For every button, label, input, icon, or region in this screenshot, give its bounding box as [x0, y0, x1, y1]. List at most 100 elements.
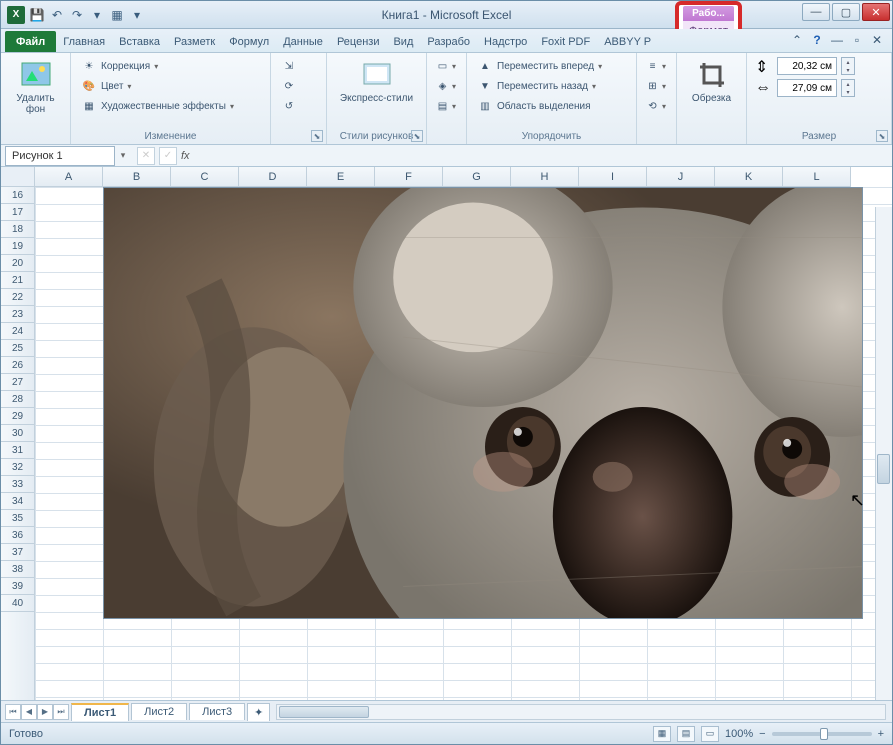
artistic-effects-button[interactable]: ▦Художественные эффекты▾	[79, 97, 262, 115]
row-header-23[interactable]: 23	[1, 306, 34, 323]
col-header-D[interactable]: D	[239, 167, 307, 186]
row-header-16[interactable]: 16	[1, 187, 34, 204]
width-input[interactable]: 27,09 см	[777, 79, 837, 97]
undo-icon[interactable]: ↶	[49, 7, 65, 23]
rotate-button[interactable]: ⟲▾	[645, 97, 668, 115]
row-header-27[interactable]: 27	[1, 374, 34, 391]
selection-pane-button[interactable]: ▥Область выделения	[475, 97, 628, 115]
name-box[interactable]: Рисунок 1	[5, 146, 115, 166]
col-header-B[interactable]: B	[103, 167, 171, 186]
help-icon[interactable]: ?	[810, 33, 824, 47]
tab-nav-prev[interactable]: ◀	[21, 704, 37, 720]
doc-restore-icon[interactable]: ▫	[850, 33, 864, 47]
corrections-button[interactable]: ☀Коррекция▾	[79, 57, 262, 75]
qat-extra2-icon[interactable]: ▾	[129, 7, 145, 23]
save-icon[interactable]: 💾	[29, 7, 45, 23]
row-header-29[interactable]: 29	[1, 408, 34, 425]
col-header-L[interactable]: L	[783, 167, 851, 186]
styles-launcher[interactable]: ⬊	[411, 130, 423, 142]
col-header-E[interactable]: E	[307, 167, 375, 186]
row-header-30[interactable]: 30	[1, 425, 34, 442]
tab-nav-next[interactable]: ▶	[37, 704, 53, 720]
inserted-picture[interactable]	[103, 187, 863, 619]
vscroll-thumb[interactable]	[877, 454, 890, 484]
sheet-tab-2[interactable]: Лист2	[131, 703, 187, 720]
tab-abbyy[interactable]: ABBYY P	[597, 31, 658, 52]
minimize-button[interactable]: —	[802, 3, 830, 21]
express-styles-button[interactable]: Экспресс-стили	[335, 57, 418, 106]
tab-data[interactable]: Данные	[276, 31, 330, 52]
col-header-K[interactable]: K	[715, 167, 783, 186]
size-launcher[interactable]: ⬊	[876, 130, 888, 142]
col-header-F[interactable]: F	[375, 167, 443, 186]
enter-fx-button[interactable]: ✓	[159, 147, 177, 165]
row-header-34[interactable]: 34	[1, 493, 34, 510]
remove-background-button[interactable]: Удалить фон	[9, 57, 62, 117]
row-header-22[interactable]: 22	[1, 289, 34, 306]
tab-insert[interactable]: Вставка	[112, 31, 167, 52]
row-header-26[interactable]: 26	[1, 357, 34, 374]
row-header-31[interactable]: 31	[1, 442, 34, 459]
name-box-dropdown[interactable]: ▾	[115, 150, 131, 161]
row-header-40[interactable]: 40	[1, 595, 34, 612]
row-header-20[interactable]: 20	[1, 255, 34, 272]
qat-extra1-icon[interactable]: ▦	[109, 7, 125, 23]
picture-border-button[interactable]: ▭▾	[435, 57, 458, 75]
reset-picture-button[interactable]: ↺	[279, 97, 318, 115]
vertical-scrollbar[interactable]	[875, 207, 892, 700]
hscroll-thumb[interactable]	[279, 706, 369, 718]
tab-home[interactable]: Главная	[56, 31, 112, 52]
height-spinner[interactable]: ▴▾	[841, 57, 855, 75]
select-all-corner[interactable]	[1, 167, 35, 187]
row-header-17[interactable]: 17	[1, 204, 34, 221]
tab-developer[interactable]: Разрабо	[420, 31, 477, 52]
doc-close-icon[interactable]: ✕	[870, 33, 884, 47]
fx-icon[interactable]: fx	[181, 150, 190, 162]
row-header-38[interactable]: 38	[1, 561, 34, 578]
ribbon-minimize-icon[interactable]: ⌃	[790, 33, 804, 47]
row-header-36[interactable]: 36	[1, 527, 34, 544]
row-header-18[interactable]: 18	[1, 221, 34, 238]
col-header-J[interactable]: J	[647, 167, 715, 186]
new-sheet-button[interactable]: ✦	[247, 703, 270, 721]
tab-nav-first[interactable]: ⏮	[5, 704, 21, 720]
picture-effects-button[interactable]: ◈▾	[435, 77, 458, 95]
col-header-H[interactable]: H	[511, 167, 579, 186]
row-header-39[interactable]: 39	[1, 578, 34, 595]
horizontal-scrollbar[interactable]	[276, 704, 886, 720]
maximize-button[interactable]: ▢	[832, 3, 860, 21]
sheet-tab-1[interactable]: Лист1	[71, 703, 129, 721]
row-header-21[interactable]: 21	[1, 272, 34, 289]
row-header-24[interactable]: 24	[1, 323, 34, 340]
normal-view-button[interactable]: ▦	[653, 726, 671, 742]
tab-review[interactable]: Рецензи	[330, 31, 387, 52]
tab-view[interactable]: Вид	[386, 31, 420, 52]
redo-icon[interactable]: ↷	[69, 7, 85, 23]
zoom-out-button[interactable]: −	[759, 728, 765, 740]
cancel-fx-button[interactable]: ✕	[137, 147, 155, 165]
picture-layout-button[interactable]: ▤▾	[435, 97, 458, 115]
tab-formulas[interactable]: Формул	[222, 31, 276, 52]
adjust-launcher[interactable]: ⬊	[311, 130, 323, 142]
row-header-28[interactable]: 28	[1, 391, 34, 408]
doc-minimize-icon[interactable]: —	[830, 33, 844, 47]
tab-foxit[interactable]: Foxit PDF	[534, 31, 597, 52]
row-header-25[interactable]: 25	[1, 340, 34, 357]
close-button[interactable]: ✕	[862, 3, 890, 21]
align-button[interactable]: ≡▾	[645, 57, 668, 75]
group-button[interactable]: ⊞▾	[645, 77, 668, 95]
color-button[interactable]: 🎨Цвет▾	[79, 77, 262, 95]
send-backward-button[interactable]: ▼Переместить назад▾	[475, 77, 628, 95]
crop-button[interactable]: Обрезка	[685, 57, 738, 106]
row-header-35[interactable]: 35	[1, 510, 34, 527]
tab-addins[interactable]: Надстро	[477, 31, 534, 52]
zoom-slider-thumb[interactable]	[820, 728, 828, 740]
page-layout-view-button[interactable]: ▤	[677, 726, 695, 742]
row-header-32[interactable]: 32	[1, 459, 34, 476]
col-header-A[interactable]: A	[35, 167, 103, 186]
grid-body[interactable]	[35, 187, 892, 700]
tab-nav-last[interactable]: ⏭	[53, 704, 69, 720]
height-input[interactable]: 20,32 см	[777, 57, 837, 75]
tab-file[interactable]: Файл	[5, 31, 56, 52]
change-picture-button[interactable]: ⟳	[279, 77, 318, 95]
